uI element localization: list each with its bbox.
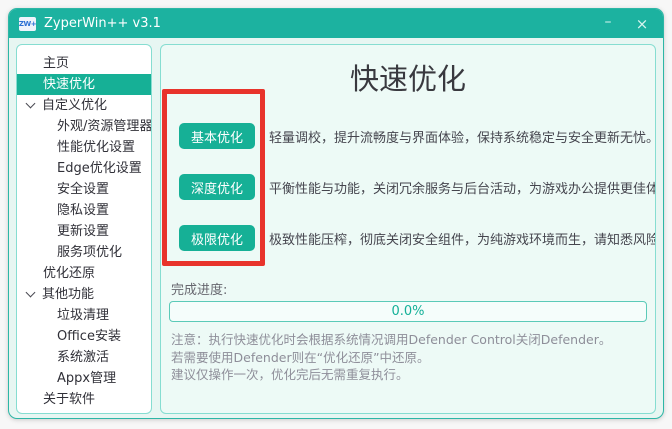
note-line: 若需要使用Defender则在“优化还原”中还原。 — [171, 349, 430, 365]
chevron-down-icon — [25, 287, 36, 298]
app-window: ZW+ ZyperWin++ v3.1 – × 主页 快速优化 自定义优化 外观… — [8, 8, 664, 419]
progress-bar: 0.0% — [169, 301, 647, 322]
sidebar-item-label: 安全设置 — [57, 182, 110, 197]
optimize-actions: 基本优化 轻量调校，提升流畅度与界面体验，保持系统稳定与安全更新无忧。 深度优化… — [169, 123, 655, 251]
sidebar-item[interactable]: 系统激活 — [17, 347, 151, 368]
sidebar-item-label: 外观/资源管理器 — [57, 119, 152, 134]
sidebar-nav: 主页 快速优化 自定义优化 外观/资源管理器 性能优化设置 Edge优化设置 安… — [16, 44, 152, 414]
main-panel: 快速优化 基本优化 轻量调校，提升流畅度与界面体验，保持系统稳定与安全更新无忧。… — [160, 44, 656, 414]
sidebar-item-label: Appx管理 — [57, 371, 117, 386]
sidebar-item[interactable]: 安全设置 — [17, 179, 151, 200]
note-line: 注意：执行快速优化时会根据系统情况调用Defender Control关闭Def… — [171, 332, 612, 347]
sidebar-item[interactable]: 其他功能 — [17, 284, 151, 305]
sidebar-item-label: 快速优化 — [43, 77, 96, 92]
optimize-description: 轻量调校，提升流畅度与界面体验，保持系统稳定与安全更新无忧。 — [269, 130, 656, 146]
sidebar-item[interactable]: 快速优化 — [17, 74, 151, 95]
sidebar-item-label: 优化还原 — [43, 266, 96, 281]
minimize-button[interactable]: – — [591, 9, 625, 38]
sidebar-item-label: 隐私设置 — [57, 203, 110, 218]
sidebar-item[interactable]: Edge优化设置 — [17, 158, 151, 179]
action-row: 基本优化 轻量调校，提升流畅度与界面体验，保持系统稳定与安全更新无忧。 — [169, 123, 655, 149]
optimize-description: 平衡性能与功能，关闭冗余服务与后台活动，为游戏办公提供更佳体验。 — [269, 181, 656, 197]
window-content: 主页 快速优化 自定义优化 外观/资源管理器 性能优化设置 Edge优化设置 安… — [9, 38, 663, 418]
title-bar: ZW+ ZyperWin++ v3.1 – × — [9, 9, 663, 38]
progress-label: 完成进度: — [171, 283, 228, 298]
sidebar-item-label: Edge优化设置 — [57, 161, 142, 176]
optimize-button[interactable]: 深度优化 — [179, 174, 255, 200]
sidebar-item-label: 系统激活 — [57, 350, 110, 365]
sidebar-item[interactable]: 外观/资源管理器 — [17, 116, 151, 137]
optimize-button[interactable]: 基本优化 — [179, 123, 255, 149]
sidebar-item[interactable]: 优化还原 — [17, 263, 151, 284]
sidebar-item[interactable]: Office安装 — [17, 326, 151, 347]
sidebar-item[interactable]: 自定义优化 — [17, 95, 151, 116]
sidebar-item-label: 垃圾清理 — [57, 308, 110, 323]
sidebar-item[interactable]: 关于软件 — [17, 389, 151, 410]
sidebar-item-label: 服务项优化 — [57, 245, 123, 260]
sidebar-item-label: 主页 — [43, 56, 70, 71]
notes-block: 注意：执行快速优化时会根据系统情况调用Defender Control关闭Def… — [169, 331, 647, 384]
chevron-down-icon — [25, 98, 36, 109]
sidebar-item[interactable]: 主页 — [17, 53, 151, 74]
page-title: 快速优化 — [349, 62, 466, 96]
sidebar-item[interactable]: 性能优化设置 — [17, 137, 151, 158]
sidebar-item[interactable]: 隐私设置 — [17, 200, 151, 221]
note-line: 建议仅操作一次，优化完后无需重复执行。 — [171, 367, 409, 382]
sidebar-item-label: 自定义优化 — [42, 98, 108, 113]
sidebar-item-label: 关于软件 — [43, 392, 96, 407]
sidebar-item[interactable]: 更新设置 — [17, 221, 151, 242]
close-button[interactable]: × — [625, 9, 659, 38]
window-title: ZyperWin++ v3.1 — [44, 16, 161, 31]
sidebar-item[interactable]: 垃圾清理 — [17, 305, 151, 326]
sidebar-item-label: 性能优化设置 — [57, 140, 136, 155]
sidebar-item-label: 其他功能 — [42, 287, 95, 302]
action-row: 深度优化 平衡性能与功能，关闭冗余服务与后台活动，为游戏办公提供更佳体验。 — [169, 174, 655, 200]
action-row: 极限优化 极致性能压榨，彻底关闭安全组件，为纯游戏环境而生，请知悉风险。 — [169, 225, 655, 251]
optimize-button[interactable]: 极限优化 — [179, 225, 255, 251]
sidebar-item-label: Office安装 — [57, 329, 121, 344]
app-logo-icon: ZW+ — [19, 16, 37, 31]
optimize-description: 极致性能压榨，彻底关闭安全组件，为纯游戏环境而生，请知悉风险。 — [269, 232, 656, 248]
sidebar-item-label: 更新设置 — [57, 224, 110, 239]
sidebar-item[interactable]: Appx管理 — [17, 368, 151, 389]
sidebar-item[interactable]: 服务项优化 — [17, 242, 151, 263]
